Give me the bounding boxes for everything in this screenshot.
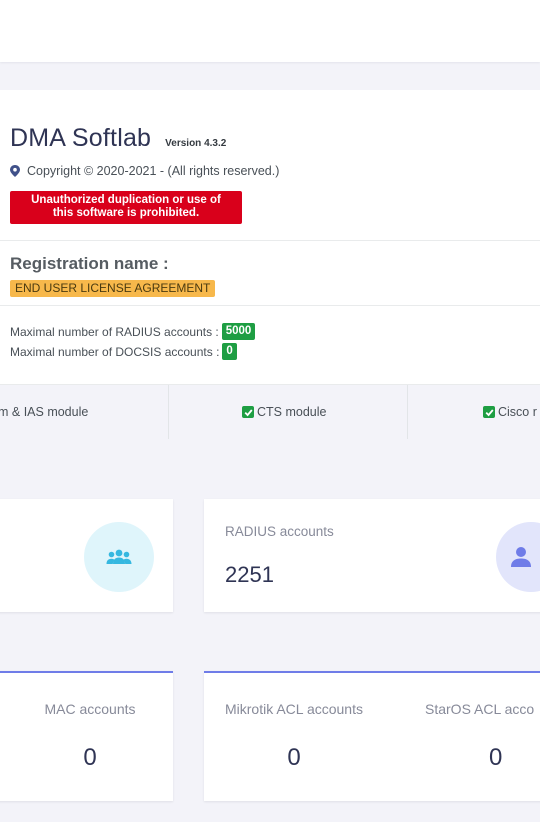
warning-line-2: this software is prohibited. bbox=[52, 206, 200, 219]
radius-accounts-stat-card: RADIUS accounts 2251 bbox=[204, 499, 540, 612]
check-icon bbox=[483, 406, 495, 418]
app-title: DMA Softlab bbox=[10, 124, 152, 152]
top-navbar bbox=[0, 0, 540, 62]
staros-acl-accounts-value: 0 bbox=[489, 744, 503, 771]
mikrotik-acl-accounts-label: Mikrotik ACL accounts bbox=[225, 701, 363, 717]
mac-accounts-label: MAC accounts bbox=[44, 701, 136, 717]
divider bbox=[0, 240, 540, 241]
module-separator bbox=[407, 385, 408, 439]
check-icon bbox=[242, 406, 254, 418]
docsis-limit-row: Maximal number of DOCSIS accounts : 0 bbox=[10, 343, 237, 360]
staros-acl-accounts-label: StarOS ACL acco bbox=[425, 701, 535, 717]
module-cisco: Cisco r bbox=[483, 385, 537, 439]
copyright-text: Copyright © 2020-2021 - (All rights rese… bbox=[27, 164, 280, 178]
registration-label: Registration name : bbox=[10, 254, 169, 273]
mikrotik-acl-accounts-value: 0 bbox=[287, 744, 301, 771]
title-row: DMA Softlab Version 4.3.2 bbox=[10, 124, 226, 153]
module-ias: m & IAS module bbox=[0, 385, 88, 439]
map-pin-icon bbox=[10, 165, 20, 177]
users-icon bbox=[84, 522, 154, 592]
module-label: m & IAS module bbox=[0, 405, 89, 419]
app-version: Version 4.3.2 bbox=[165, 138, 227, 149]
module-separator bbox=[168, 385, 169, 439]
users-stat-card bbox=[0, 499, 173, 612]
registration-name-badge: END USER LICENSE AGREEMENT bbox=[10, 280, 216, 297]
radius-accounts-value: 2251 bbox=[225, 562, 274, 587]
docsis-limit-label: Maximal number of DOCSIS accounts : bbox=[10, 344, 220, 359]
module-cts: CTS module bbox=[242, 385, 326, 439]
mac-accounts-card: MAC accounts 0 bbox=[0, 671, 173, 801]
warning-line-1: Unauthorized duplication or use of bbox=[31, 194, 221, 206]
copyright-line: Copyright © 2020-2021 - (All rights rese… bbox=[10, 164, 279, 178]
mac-accounts-value: 0 bbox=[83, 744, 97, 771]
docsis-limit-badge: 0 bbox=[222, 343, 237, 360]
radius-limit-badge: 5000 bbox=[221, 323, 256, 340]
radius-limit-label: Maximal number of RADIUS accounts : bbox=[10, 324, 219, 339]
unauthorized-warning-badge: Unauthorized duplication or use of this … bbox=[10, 191, 242, 224]
user-icon bbox=[496, 522, 540, 592]
module-label: CTS module bbox=[257, 405, 327, 419]
modules-bar: m & IAS module CTS module Cisco r bbox=[0, 384, 540, 439]
module-label: Cisco r bbox=[498, 405, 537, 419]
radius-limit-row: Maximal number of RADIUS accounts : 5000 bbox=[10, 323, 256, 340]
divider bbox=[0, 305, 540, 306]
radius-accounts-label: RADIUS accounts bbox=[225, 524, 334, 539]
acl-accounts-card: Mikrotik ACL accounts 0 StarOS ACL acco … bbox=[204, 671, 540, 801]
